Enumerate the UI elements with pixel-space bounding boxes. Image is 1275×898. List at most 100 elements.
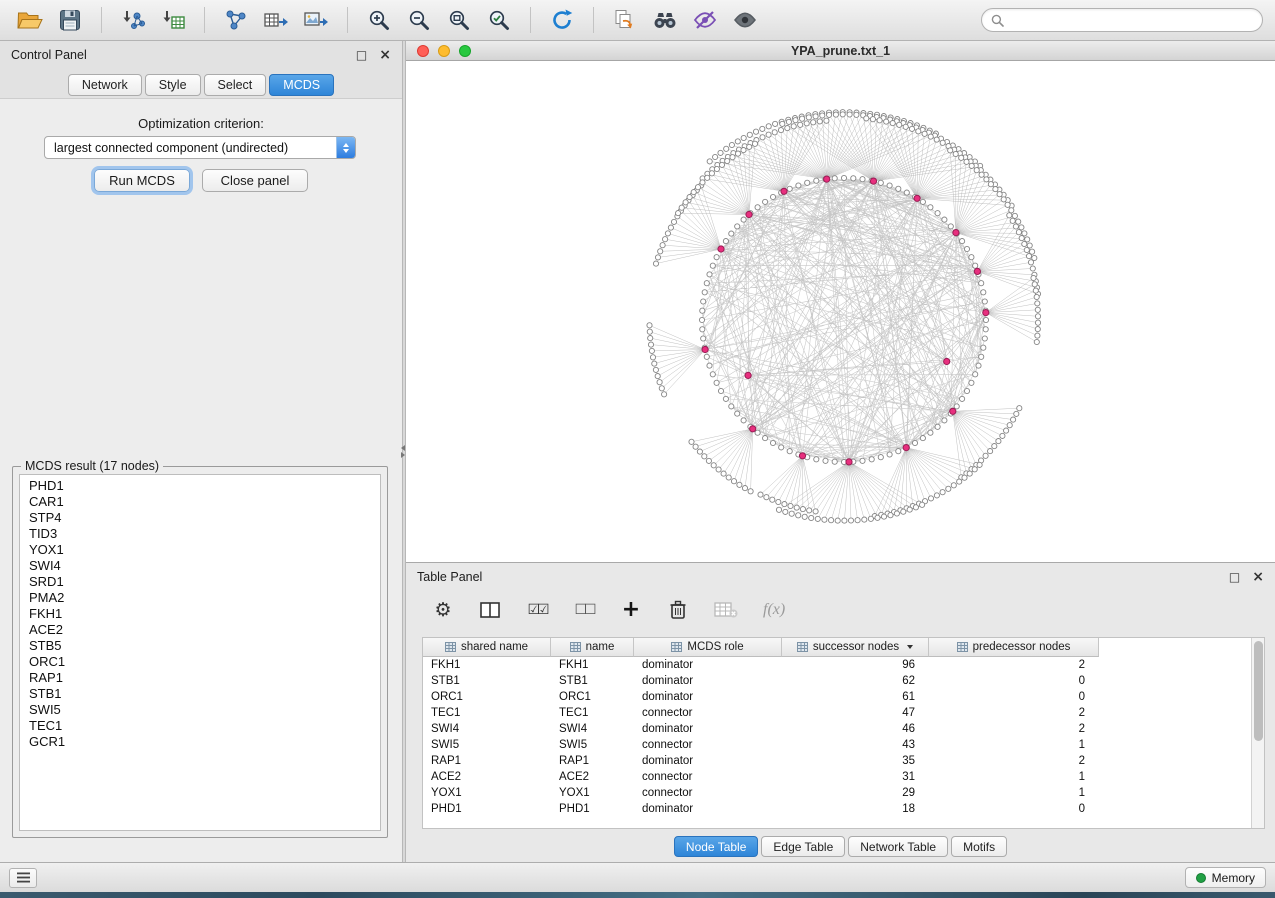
zoom-in-button[interactable] bbox=[361, 5, 397, 35]
column-header-name[interactable]: name bbox=[551, 638, 634, 657]
table-row[interactable]: FKH1FKH1dominator962 bbox=[423, 657, 1250, 673]
table-scrollbar[interactable] bbox=[1251, 638, 1264, 828]
cell-shared_name: PHD1 bbox=[423, 801, 551, 817]
result-node-item[interactable]: SWI5 bbox=[20, 702, 380, 718]
tab-network-table[interactable]: Network Table bbox=[848, 836, 948, 857]
result-node-item[interactable]: ORC1 bbox=[20, 654, 380, 670]
table-toolbar: ⚙☑☑☐☐+f(x) bbox=[406, 589, 1275, 631]
search-binoculars-button[interactable] bbox=[647, 5, 683, 35]
result-node-item[interactable]: SWI4 bbox=[20, 558, 380, 574]
tab-node-table[interactable]: Node Table bbox=[674, 836, 759, 857]
table-settings-icon: ⚙ bbox=[434, 601, 451, 620]
hide-eye-button[interactable] bbox=[687, 5, 723, 35]
cell-mcds_role: dominator bbox=[634, 673, 782, 689]
task-history-button[interactable] bbox=[9, 868, 37, 888]
cell-shared_name: SWI4 bbox=[423, 721, 551, 737]
close-panel-button[interactable]: Close panel bbox=[202, 169, 308, 192]
delete-entry-button[interactable] bbox=[667, 599, 689, 621]
network-canvas[interactable] bbox=[406, 61, 1275, 562]
float-table-panel-icon[interactable]: □ bbox=[1229, 570, 1240, 584]
minimize-window-icon[interactable] bbox=[438, 45, 450, 57]
tab-motifs[interactable]: Motifs bbox=[951, 836, 1007, 857]
close-panel-icon[interactable]: × bbox=[379, 47, 391, 63]
result-node-item[interactable]: STB5 bbox=[20, 638, 380, 654]
result-node-item[interactable]: CAR1 bbox=[20, 494, 380, 510]
result-node-item[interactable]: FKH1 bbox=[20, 606, 380, 622]
network-title-bar[interactable]: YPA_prune.txt_1 bbox=[406, 41, 1275, 61]
select-all-button[interactable]: ☑☑ bbox=[526, 603, 548, 617]
table-row[interactable]: RAP1RAP1dominator352 bbox=[423, 753, 1250, 769]
desktop-background bbox=[0, 892, 1275, 898]
export-table-icon bbox=[263, 8, 289, 32]
column-header-predecessor_nodes[interactable]: predecessor nodes bbox=[929, 638, 1099, 657]
table-row[interactable]: YOX1YOX1connector291 bbox=[423, 785, 1250, 801]
export-image-button[interactable] bbox=[298, 5, 334, 35]
cell-predecessor_nodes: 0 bbox=[929, 801, 1099, 817]
table-row[interactable]: TEC1TEC1connector472 bbox=[423, 705, 1250, 721]
save-session-button[interactable] bbox=[52, 5, 88, 35]
deselect-all-button[interactable]: ☐☐ bbox=[573, 603, 595, 617]
maximize-window-icon[interactable] bbox=[459, 45, 471, 57]
table-row[interactable]: PHD1PHD1dominator180 bbox=[423, 801, 1250, 817]
export-table-button[interactable] bbox=[258, 5, 294, 35]
run-mcds-button[interactable]: Run MCDS bbox=[94, 169, 190, 192]
table-columns-button[interactable] bbox=[479, 602, 501, 618]
refresh-layout-button[interactable] bbox=[544, 5, 580, 35]
cell-name: STB1 bbox=[551, 673, 634, 689]
table-settings-button[interactable]: ⚙ bbox=[432, 601, 454, 620]
search-box[interactable] bbox=[981, 8, 1263, 32]
result-node-item[interactable]: PHD1 bbox=[20, 478, 380, 494]
result-node-item[interactable]: PMA2 bbox=[20, 590, 380, 606]
result-node-item[interactable]: SRD1 bbox=[20, 574, 380, 590]
splitter-handle-icon[interactable] bbox=[401, 445, 405, 458]
toolbar-separator bbox=[530, 7, 531, 33]
network-graph[interactable] bbox=[406, 61, 1275, 562]
tab-mcds[interactable]: MCDS bbox=[269, 74, 334, 96]
import-table-button[interactable] bbox=[155, 5, 191, 35]
close-window-icon[interactable] bbox=[417, 45, 429, 57]
search-input[interactable] bbox=[1010, 13, 1253, 27]
column-header-successor_nodes[interactable]: successor nodes bbox=[782, 638, 929, 657]
tab-style[interactable]: Style bbox=[145, 74, 201, 96]
table-row[interactable]: SWI4SWI4dominator462 bbox=[423, 721, 1250, 737]
cell-predecessor_nodes: 1 bbox=[929, 785, 1099, 801]
window-traffic-lights bbox=[417, 45, 471, 57]
zoom-selected-button[interactable] bbox=[481, 5, 517, 35]
show-eye-button[interactable] bbox=[727, 5, 763, 35]
result-node-item[interactable]: GCR1 bbox=[20, 734, 380, 750]
table-row[interactable]: ACE2ACE2connector311 bbox=[423, 769, 1250, 785]
scrollbar-thumb[interactable] bbox=[1254, 641, 1263, 741]
zoom-fit-button[interactable] bbox=[441, 5, 477, 35]
column-header-shared_name[interactable]: shared name bbox=[423, 638, 551, 657]
mcds-result-list[interactable]: PHD1CAR1STP4TID3YOX1SWI4SRD1PMA2FKH1ACE2… bbox=[19, 474, 381, 831]
tab-select[interactable]: Select bbox=[204, 74, 267, 96]
criterion-select[interactable]: largest connected component (undirected) bbox=[44, 136, 356, 159]
sort-descending-icon[interactable] bbox=[907, 645, 913, 649]
cell-shared_name: YOX1 bbox=[423, 785, 551, 801]
close-table-panel-icon[interactable]: × bbox=[1252, 569, 1264, 585]
table-row[interactable]: SWI5SWI5connector431 bbox=[423, 737, 1250, 753]
result-node-item[interactable]: RAP1 bbox=[20, 670, 380, 686]
import-network-button[interactable] bbox=[115, 5, 151, 35]
table-row[interactable]: ORC1ORC1dominator610 bbox=[423, 689, 1250, 705]
result-node-item[interactable]: TEC1 bbox=[20, 718, 380, 734]
result-node-item[interactable]: TID3 bbox=[20, 526, 380, 542]
tab-network[interactable]: Network bbox=[68, 74, 142, 96]
memory-button[interactable]: Memory bbox=[1185, 867, 1266, 888]
result-node-item[interactable]: YOX1 bbox=[20, 542, 380, 558]
save-session-icon bbox=[59, 9, 81, 31]
zoom-out-button[interactable] bbox=[401, 5, 437, 35]
float-panel-icon[interactable]: □ bbox=[356, 48, 367, 62]
open-file-button[interactable] bbox=[12, 5, 48, 35]
result-node-item[interactable]: ACE2 bbox=[20, 622, 380, 638]
result-node-item[interactable]: STP4 bbox=[20, 510, 380, 526]
tab-edge-table[interactable]: Edge Table bbox=[761, 836, 845, 857]
column-header-mcds_role[interactable]: MCDS role bbox=[634, 638, 782, 657]
table-panel: Table Panel □ × ⚙☑☑☐☐+f(x) shared namena… bbox=[406, 562, 1275, 862]
open-file-icon bbox=[17, 9, 43, 31]
share-document-button[interactable] bbox=[607, 5, 643, 35]
new-network-button[interactable] bbox=[218, 5, 254, 35]
table-row[interactable]: STB1STB1dominator620 bbox=[423, 673, 1250, 689]
result-node-item[interactable]: STB1 bbox=[20, 686, 380, 702]
add-entry-button[interactable]: + bbox=[620, 599, 642, 621]
